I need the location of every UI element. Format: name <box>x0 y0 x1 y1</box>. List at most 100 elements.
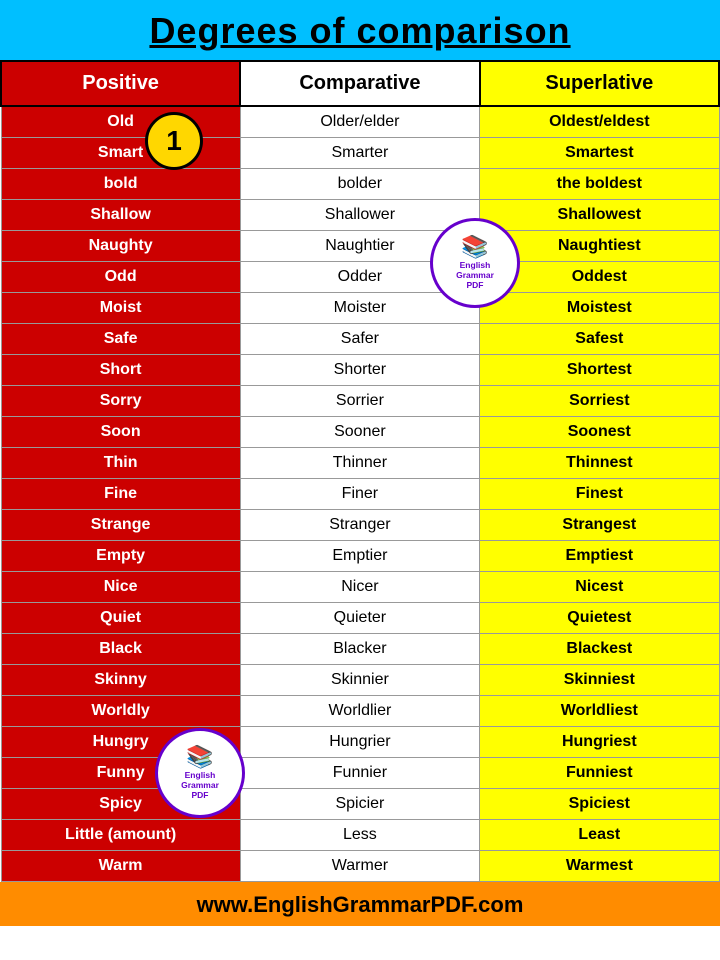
table-row: HungryHungrierHungriest <box>1 727 719 758</box>
cell-comparative: Safer <box>240 324 479 355</box>
table-wrapper: 1 📚 English Grammar PDF 📚 English Gramma… <box>0 60 720 882</box>
cell-comparative: Shorter <box>240 355 479 386</box>
cell-comparative: Worldlier <box>240 696 479 727</box>
cell-comparative: Spicier <box>240 789 479 820</box>
cell-comparative: Funnier <box>240 758 479 789</box>
cell-positive: Nice <box>1 572 240 603</box>
cell-positive: Safe <box>1 324 240 355</box>
page-header: Degrees of comparison <box>0 0 720 60</box>
cell-superlative: Sorriest <box>480 386 719 417</box>
cell-superlative: Least <box>480 820 719 851</box>
col-positive: Positive <box>1 61 240 106</box>
cell-comparative: Hungrier <box>240 727 479 758</box>
cell-superlative: Blackest <box>480 634 719 665</box>
cell-comparative: Nicer <box>240 572 479 603</box>
cell-superlative: Oldest/eldest <box>480 106 719 138</box>
cell-superlative: Shortest <box>480 355 719 386</box>
cell-superlative: the boldest <box>480 169 719 200</box>
cell-comparative: Thinner <box>240 448 479 479</box>
table-row: NiceNicerNicest <box>1 572 719 603</box>
cell-superlative: Soonest <box>480 417 719 448</box>
cell-positive: Empty <box>1 541 240 572</box>
table-row: SmartSmarterSmartest <box>1 138 719 169</box>
table-row: WarmWarmerWarmest <box>1 851 719 882</box>
table-row: ShortShorterShortest <box>1 355 719 386</box>
cell-positive: Warm <box>1 851 240 882</box>
table-row: StrangeStrangerStrangest <box>1 510 719 541</box>
cell-positive: Short <box>1 355 240 386</box>
number-badge: 1 <box>148 115 200 167</box>
table-row: SpicySpicierSpiciest <box>1 789 719 820</box>
cell-comparative: Blacker <box>240 634 479 665</box>
cell-positive: Skinny <box>1 665 240 696</box>
table-row: WorldlyWorldlierWorldliest <box>1 696 719 727</box>
table-row: boldbolderthe boldest <box>1 169 719 200</box>
table-row: ThinThinnerThinnest <box>1 448 719 479</box>
table-row: Little (amount)LessLeast <box>1 820 719 851</box>
cell-superlative: Safest <box>480 324 719 355</box>
table-row: OddOdderOddest <box>1 262 719 293</box>
stamp-icon-bottom: 📚 <box>186 746 213 768</box>
cell-comparative: Warmer <box>240 851 479 882</box>
cell-comparative: Stranger <box>240 510 479 541</box>
table-row: OldOlder/elderOldest/eldest <box>1 106 719 138</box>
cell-superlative: Thinnest <box>480 448 719 479</box>
cell-positive: Sorry <box>1 386 240 417</box>
stamp-text-top: English Grammar PDF <box>456 260 494 291</box>
table-row: QuietQuieterQuietest <box>1 603 719 634</box>
cell-superlative: Strangest <box>480 510 719 541</box>
cell-positive: Worldly <box>1 696 240 727</box>
col-superlative: Superlative <box>480 61 719 106</box>
cell-comparative: Moister <box>240 293 479 324</box>
cell-superlative: Emptiest <box>480 541 719 572</box>
cell-comparative: Smarter <box>240 138 479 169</box>
cell-positive: Smart <box>1 138 240 169</box>
cell-superlative: Quietest <box>480 603 719 634</box>
table-row: NaughtyNaughtierNaughtiest <box>1 231 719 262</box>
table-header-row: Positive Comparative Superlative <box>1 61 719 106</box>
cell-positive: bold <box>1 169 240 200</box>
cell-comparative: Sorrier <box>240 386 479 417</box>
table-row: MoistMoisterMoistest <box>1 293 719 324</box>
grammar-stamp-top: 📚 English Grammar PDF <box>430 218 520 308</box>
page-footer: www.EnglishGrammarPDF.com <box>0 882 720 926</box>
table-row: EmptyEmptierEmptiest <box>1 541 719 572</box>
cell-comparative: Quieter <box>240 603 479 634</box>
table-row: FineFinerFinest <box>1 479 719 510</box>
cell-positive: Shallow <box>1 200 240 231</box>
page-title: Degrees of comparison <box>0 10 720 52</box>
table-row: SoonSoonerSoonest <box>1 417 719 448</box>
cell-superlative: Shallowest <box>480 200 719 231</box>
cell-superlative: Worldliest <box>480 696 719 727</box>
cell-comparative: Skinnier <box>240 665 479 696</box>
cell-positive: Moist <box>1 293 240 324</box>
cell-positive: Thin <box>1 448 240 479</box>
cell-positive: Fine <box>1 479 240 510</box>
cell-superlative: Hungriest <box>480 727 719 758</box>
table-row: SorrySorrierSorriest <box>1 386 719 417</box>
cell-positive: Old <box>1 106 240 138</box>
cell-superlative: Finest <box>480 479 719 510</box>
cell-superlative: Moistest <box>480 293 719 324</box>
cell-positive: Black <box>1 634 240 665</box>
cell-superlative: Warmest <box>480 851 719 882</box>
stamp-icon-top: 📚 <box>461 236 488 258</box>
table-row: BlackBlackerBlackest <box>1 634 719 665</box>
col-comparative: Comparative <box>240 61 479 106</box>
table-row: FunnyFunnierFunniest <box>1 758 719 789</box>
table-row: ShallowShallowerShallowest <box>1 200 719 231</box>
comparison-table: Positive Comparative Superlative OldOlde… <box>0 60 720 882</box>
cell-superlative: Skinniest <box>480 665 719 696</box>
grammar-stamp-bottom: 📚 English Grammar PDF <box>155 728 245 818</box>
cell-superlative: Spiciest <box>480 789 719 820</box>
table-row: SkinnySkinnierSkinniest <box>1 665 719 696</box>
cell-comparative: Emptier <box>240 541 479 572</box>
cell-positive: Naughty <box>1 231 240 262</box>
cell-comparative: Finer <box>240 479 479 510</box>
cell-superlative: Nicest <box>480 572 719 603</box>
cell-positive: Odd <box>1 262 240 293</box>
cell-comparative: Shallower <box>240 200 479 231</box>
cell-positive: Little (amount) <box>1 820 240 851</box>
cell-comparative: bolder <box>240 169 479 200</box>
cell-superlative: Funniest <box>480 758 719 789</box>
